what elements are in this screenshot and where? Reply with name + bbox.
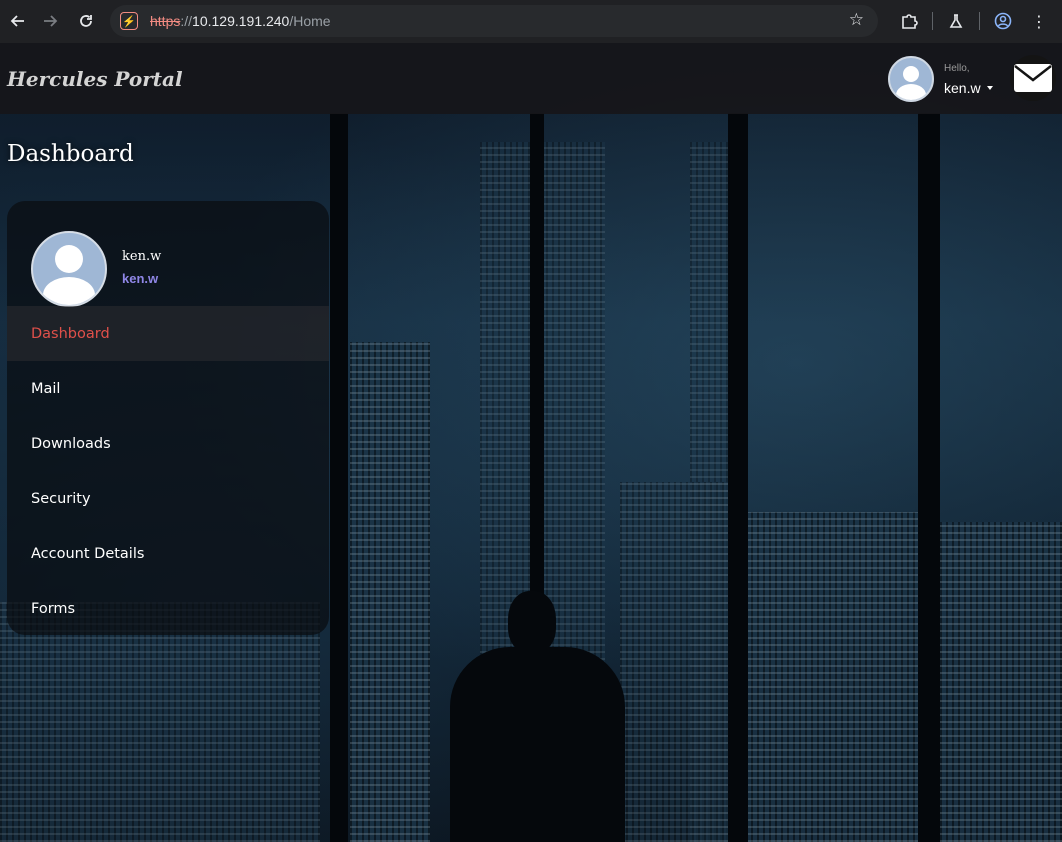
page: Hercules Portal Hello, ken.w Dashboard k… [0, 43, 1062, 842]
profile-avatar-icon [31, 231, 107, 307]
profile-handle[interactable]: ken.w [122, 271, 158, 286]
mail-envelope-icon[interactable] [1010, 55, 1056, 101]
bookmark-star-icon[interactable]: ☆ [849, 10, 864, 30]
labs-flask-icon[interactable] [939, 3, 973, 39]
background-building [620, 482, 730, 842]
user-avatar-icon[interactable] [888, 56, 934, 102]
extensions-puzzle-icon[interactable] [892, 3, 926, 39]
sidebar: ken.w ken.w Dashboard Mail Downloads Sec… [7, 201, 329, 635]
background-building [745, 512, 920, 842]
url-host: 10.129.191.240 [192, 13, 290, 29]
back-arrow-icon[interactable] [0, 3, 36, 39]
sidebar-item-forms[interactable]: Forms [7, 581, 329, 635]
caret-down-icon[interactable] [987, 86, 993, 90]
sidebar-menu: Dashboard Mail Downloads Security Accoun… [7, 306, 329, 635]
browser-extension-area: ⋮ [892, 3, 1056, 39]
sidebar-item-dashboard[interactable]: Dashboard [7, 306, 329, 361]
brand-title[interactable]: Hercules Portal [7, 67, 183, 91]
browser-menu-icon[interactable]: ⋮ [1022, 3, 1056, 39]
url-separator: :// [180, 13, 193, 29]
background-building [0, 602, 320, 842]
url-path: /Home [289, 13, 331, 29]
profile-name: ken.w [122, 249, 162, 264]
browser-toolbar: ⚡ https://10.129.191.240/Home ☆ ⋮ [0, 0, 1062, 43]
page-title: Dashboard [7, 141, 134, 167]
address-bar[interactable]: ⚡ https://10.129.191.240/Home ☆ [110, 5, 878, 37]
window-frame [330, 113, 348, 842]
sidebar-item-mail[interactable]: Mail [7, 361, 329, 416]
sidebar-item-security[interactable]: Security [7, 471, 329, 526]
profile-account-icon[interactable] [986, 3, 1020, 39]
toolbar-divider [979, 12, 980, 30]
forward-arrow-icon[interactable] [32, 3, 68, 39]
not-secure-icon[interactable]: ⚡ [120, 12, 138, 30]
sidebar-item-account-details[interactable]: Account Details [7, 526, 329, 581]
user-menu-toggle[interactable]: ken.w [944, 80, 981, 96]
sidebar-item-downloads[interactable]: Downloads [7, 416, 329, 471]
window-frame [918, 113, 940, 842]
top-navbar: Hercules Portal Hello, ken.w [0, 43, 1062, 114]
url-scheme: https [150, 13, 181, 29]
greeting-label: Hello, [944, 63, 970, 74]
background-building [350, 342, 430, 842]
silhouette-figure [450, 591, 630, 842]
background-building [940, 522, 1062, 842]
reload-icon[interactable] [68, 3, 104, 39]
window-frame [728, 113, 748, 842]
toolbar-divider [932, 12, 933, 30]
